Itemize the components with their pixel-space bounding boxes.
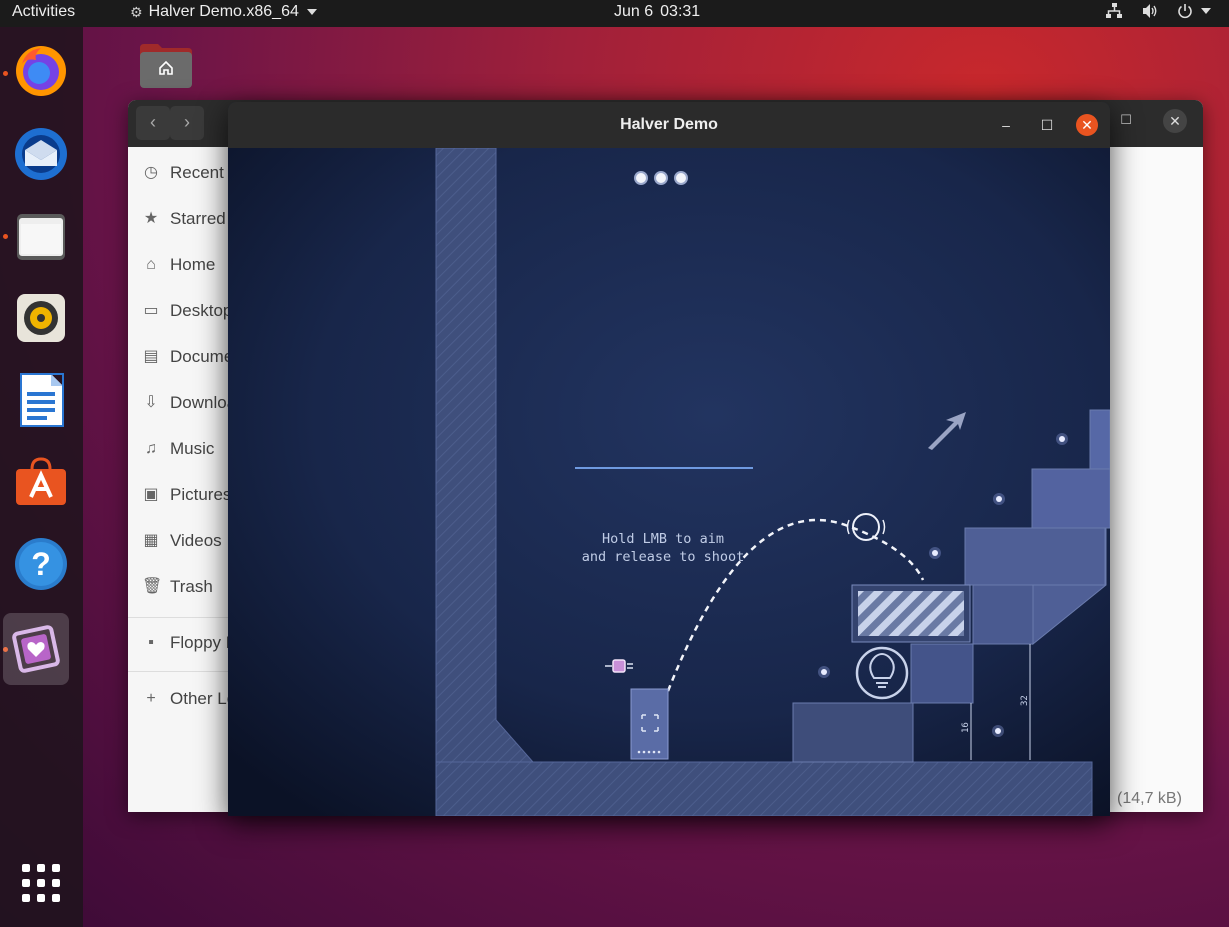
chevron-down-icon xyxy=(306,9,317,15)
dimension-label-small: 16 xyxy=(961,722,971,733)
floppy-icon: ▪ xyxy=(148,634,154,651)
sidebar-item-label: Music xyxy=(170,439,215,458)
dimension-label-large: 32 xyxy=(1020,695,1030,706)
activities-button[interactable]: Activities xyxy=(12,3,75,21)
desktop-home-folder[interactable] xyxy=(138,42,194,90)
app-menu-icon: ⚙ xyxy=(130,3,143,20)
document-icon: ▤ xyxy=(143,348,159,365)
running-indicator xyxy=(3,234,8,239)
file-size-label: (14,7 kB) xyxy=(1117,790,1182,807)
software-icon xyxy=(16,457,66,505)
clock-date: Jun 6 xyxy=(614,3,654,20)
firefox-icon xyxy=(16,46,66,96)
sidebar-item-recent[interactable]: ◷ Recent xyxy=(142,163,224,183)
thunderbird-icon xyxy=(15,128,67,180)
download-icon: ⇩ xyxy=(144,394,158,411)
rhythmbox-icon xyxy=(17,294,65,342)
dock-files[interactable] xyxy=(10,205,72,267)
dock-writer[interactable] xyxy=(10,369,72,431)
volume-icon xyxy=(1143,4,1157,18)
sidebar-item-music[interactable]: ♫ Music xyxy=(142,439,214,459)
sidebar-item-label: Recent xyxy=(170,163,224,182)
hint-line-2: and release to shoot xyxy=(581,549,745,565)
game-window: Halver Demo – ☐ ✕ 16 32 Hold LMB to aim … xyxy=(228,102,1110,816)
sidebar-item-label: Desktop xyxy=(170,301,233,320)
chevron-left-icon: ‹ xyxy=(150,112,156,132)
sidebar-item-pictures[interactable]: ▣ Pictures xyxy=(142,485,231,505)
home-icon: ⌂ xyxy=(146,256,156,273)
sidebar-item-label: Home xyxy=(170,255,216,274)
window-title: Halver Demo xyxy=(620,116,718,133)
svg-text:?: ? xyxy=(31,546,51,582)
picture-icon: ▣ xyxy=(143,486,159,503)
grid-icon xyxy=(22,864,60,902)
striped-block xyxy=(851,584,971,643)
desktop-icon: ▭ xyxy=(143,302,159,319)
home-folder-icon xyxy=(140,44,192,88)
minimize-button[interactable]: – xyxy=(995,114,1017,136)
sidebar-item-label: Pictures xyxy=(170,485,232,504)
halver-icon xyxy=(12,625,60,673)
lives-indicator xyxy=(634,171,688,185)
minimize-icon: – xyxy=(1002,117,1010,133)
back-button[interactable]: ‹ xyxy=(136,106,170,140)
sidebar-divider xyxy=(128,671,228,672)
sidebar-item-label: Trash xyxy=(170,577,213,596)
dock: ? xyxy=(0,27,83,927)
chevron-down-icon xyxy=(1201,8,1211,14)
maximize-button[interactable]: ☐ xyxy=(1036,114,1058,136)
sidebar-item-videos[interactable]: ▦ Videos xyxy=(142,531,222,551)
floor xyxy=(435,761,1093,816)
sidebar-divider xyxy=(128,617,228,618)
clock-icon: ◷ xyxy=(144,164,158,181)
forward-button[interactable]: › xyxy=(170,106,204,140)
dock-rhythmbox[interactable] xyxy=(10,287,72,349)
sidebar-item-desktop[interactable]: ▭ Desktop xyxy=(142,301,232,321)
chevron-right-icon: › xyxy=(184,112,190,132)
files-sidebar: ◷ Recent ★ Starred ⌂ Home ▭ Desktop ▤ Documen… xyxy=(128,147,290,812)
top-bar: Activities ⚙ Halver Demo.x86_64 Jun 6 03… xyxy=(0,0,1229,27)
game-canvas[interactable]: 16 32 Hold LMB to aim and release to sho… xyxy=(228,147,1110,816)
sidebar-item-starred[interactable]: ★ Starred xyxy=(142,209,226,229)
close-button[interactable]: ✕ xyxy=(1076,114,1098,136)
show-apps-button[interactable] xyxy=(10,852,72,914)
app-menu[interactable]: ⚙ Halver Demo.x86_64 xyxy=(130,3,317,21)
network-icon xyxy=(1106,3,1122,18)
dock-help[interactable]: ? xyxy=(10,533,72,595)
sidebar-item-trash[interactable]: 🗑 Trash xyxy=(142,577,213,597)
plus-icon: + xyxy=(146,690,156,707)
help-icon: ? xyxy=(15,538,67,590)
maximize-icon[interactable]: ☐ xyxy=(1118,112,1134,128)
dock-software[interactable] xyxy=(10,451,72,513)
running-indicator xyxy=(3,71,8,76)
app-menu-label: Halver Demo.x86_64 xyxy=(148,3,299,20)
dock-thunderbird[interactable] xyxy=(10,123,72,185)
writer-icon xyxy=(20,373,64,427)
star-icon: ★ xyxy=(143,210,159,227)
sidebar-item-label: Starred xyxy=(170,209,226,228)
close-icon: ✕ xyxy=(1081,117,1093,133)
sidebar-item-home[interactable]: ⌂ Home xyxy=(142,255,215,275)
music-icon: ♫ xyxy=(145,440,157,457)
game-titlebar[interactable]: Halver Demo – ☐ ✕ xyxy=(228,102,1110,148)
trash-icon: 🗑 xyxy=(142,578,163,595)
hint-line-1: Hold LMB to aim xyxy=(602,531,724,547)
game-scene: 16 32 xyxy=(228,147,1110,816)
player-pedestal xyxy=(630,688,669,760)
dock-firefox[interactable] xyxy=(10,40,72,102)
dock-halver-demo[interactable] xyxy=(3,613,69,685)
maximize-icon: ☐ xyxy=(1040,117,1054,133)
files-icon xyxy=(17,214,65,260)
system-tray[interactable] xyxy=(1105,3,1211,19)
video-icon: ▦ xyxy=(143,532,159,549)
clock-time: 03:31 xyxy=(660,3,701,20)
power-icon xyxy=(1178,4,1192,19)
clock[interactable]: Jun 6 03:31 xyxy=(614,3,700,21)
close-icon[interactable]: ✕ xyxy=(1163,109,1187,133)
sidebar-item-label: Videos xyxy=(170,531,222,550)
